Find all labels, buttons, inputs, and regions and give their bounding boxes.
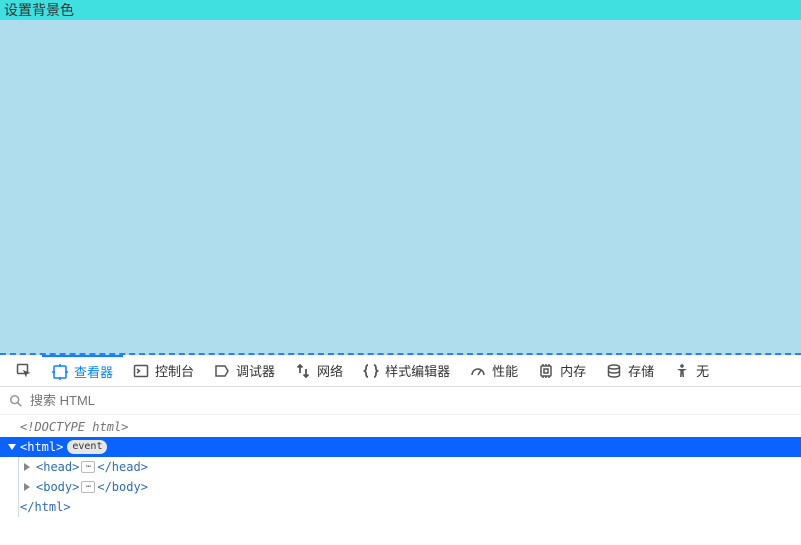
tree-head[interactable]: <head> ⋯ </head> (0, 457, 801, 477)
tab-storage[interactable]: 存储 (596, 355, 664, 387)
accessibility-icon (674, 363, 690, 379)
tab-style-editor-label: 样式编辑器 (385, 361, 450, 380)
tab-console-label: 控制台 (155, 361, 194, 380)
tab-performance-label: 性能 (492, 361, 518, 380)
element-picker-icon (16, 363, 32, 379)
tree-doctype[interactable]: <!DOCTYPE html> (0, 417, 801, 437)
html-search-input[interactable] (30, 393, 793, 408)
expand-toggle-icon[interactable] (8, 444, 16, 450)
event-badge[interactable]: event (67, 440, 107, 454)
html-close-tag: </html> (20, 497, 71, 517)
tab-performance[interactable]: 性能 (460, 355, 528, 387)
tab-inspector[interactable]: 查看器 (42, 355, 123, 387)
html-search-row (0, 387, 801, 415)
tree-html-close[interactable]: </html> (0, 497, 801, 517)
expand-toggle-icon[interactable] (24, 483, 30, 491)
search-icon (8, 393, 24, 409)
tab-inspector-label: 查看器 (74, 362, 113, 381)
tab-debugger-label: 调试器 (236, 361, 275, 380)
tab-network[interactable]: 网络 (285, 355, 353, 387)
tab-memory-label: 内存 (560, 361, 586, 380)
dom-tree: <!DOCTYPE html> <html> event <head> ⋯ </… (0, 415, 801, 519)
tree-guide (18, 497, 19, 517)
tree-body[interactable]: <body> ⋯ </body> (0, 477, 801, 497)
tab-accessibility[interactable]: 无 (664, 355, 719, 387)
tree-html-open[interactable]: <html> event (0, 437, 801, 457)
body-open-tag: <body> (36, 477, 79, 497)
tab-style-editor[interactable]: 样式编辑器 (353, 355, 460, 387)
ellipsis-icon[interactable]: ⋯ (81, 481, 95, 493)
tab-debugger[interactable]: 调试器 (204, 355, 285, 387)
tab-network-label: 网络 (317, 361, 343, 380)
doctype-text: <!DOCTYPE html> (20, 417, 128, 437)
storage-icon (606, 363, 622, 379)
tab-accessibility-label: 无 (696, 361, 709, 380)
memory-icon (538, 363, 554, 379)
expand-toggle-icon[interactable] (24, 463, 30, 471)
devtools-tabs: 查看器 控制台 调试器 网络 样式编辑器 (0, 355, 801, 387)
body-close-tag: </body> (97, 477, 148, 497)
page-content-area[interactable] (0, 20, 801, 355)
html-open-tag: <html> (20, 437, 63, 457)
performance-icon (470, 363, 486, 379)
style-editor-icon (363, 363, 379, 379)
network-icon (295, 363, 311, 379)
tab-memory[interactable]: 内存 (528, 355, 596, 387)
tree-guide (18, 457, 19, 477)
inspector-icon (52, 364, 68, 380)
element-picker-button[interactable] (6, 355, 42, 387)
tree-guide (18, 477, 19, 497)
head-close-tag: </head> (97, 457, 148, 477)
console-icon (133, 363, 149, 379)
devtools-panel: 查看器 控制台 调试器 网络 样式编辑器 (0, 355, 801, 545)
page-title-bar: 设置背景色 (0, 0, 801, 20)
page-title: 设置背景色 (4, 2, 74, 18)
ellipsis-icon[interactable]: ⋯ (81, 461, 95, 473)
tab-storage-label: 存储 (628, 361, 654, 380)
head-open-tag: <head> (36, 457, 79, 477)
debugger-icon (214, 363, 230, 379)
tab-console[interactable]: 控制台 (123, 355, 204, 387)
